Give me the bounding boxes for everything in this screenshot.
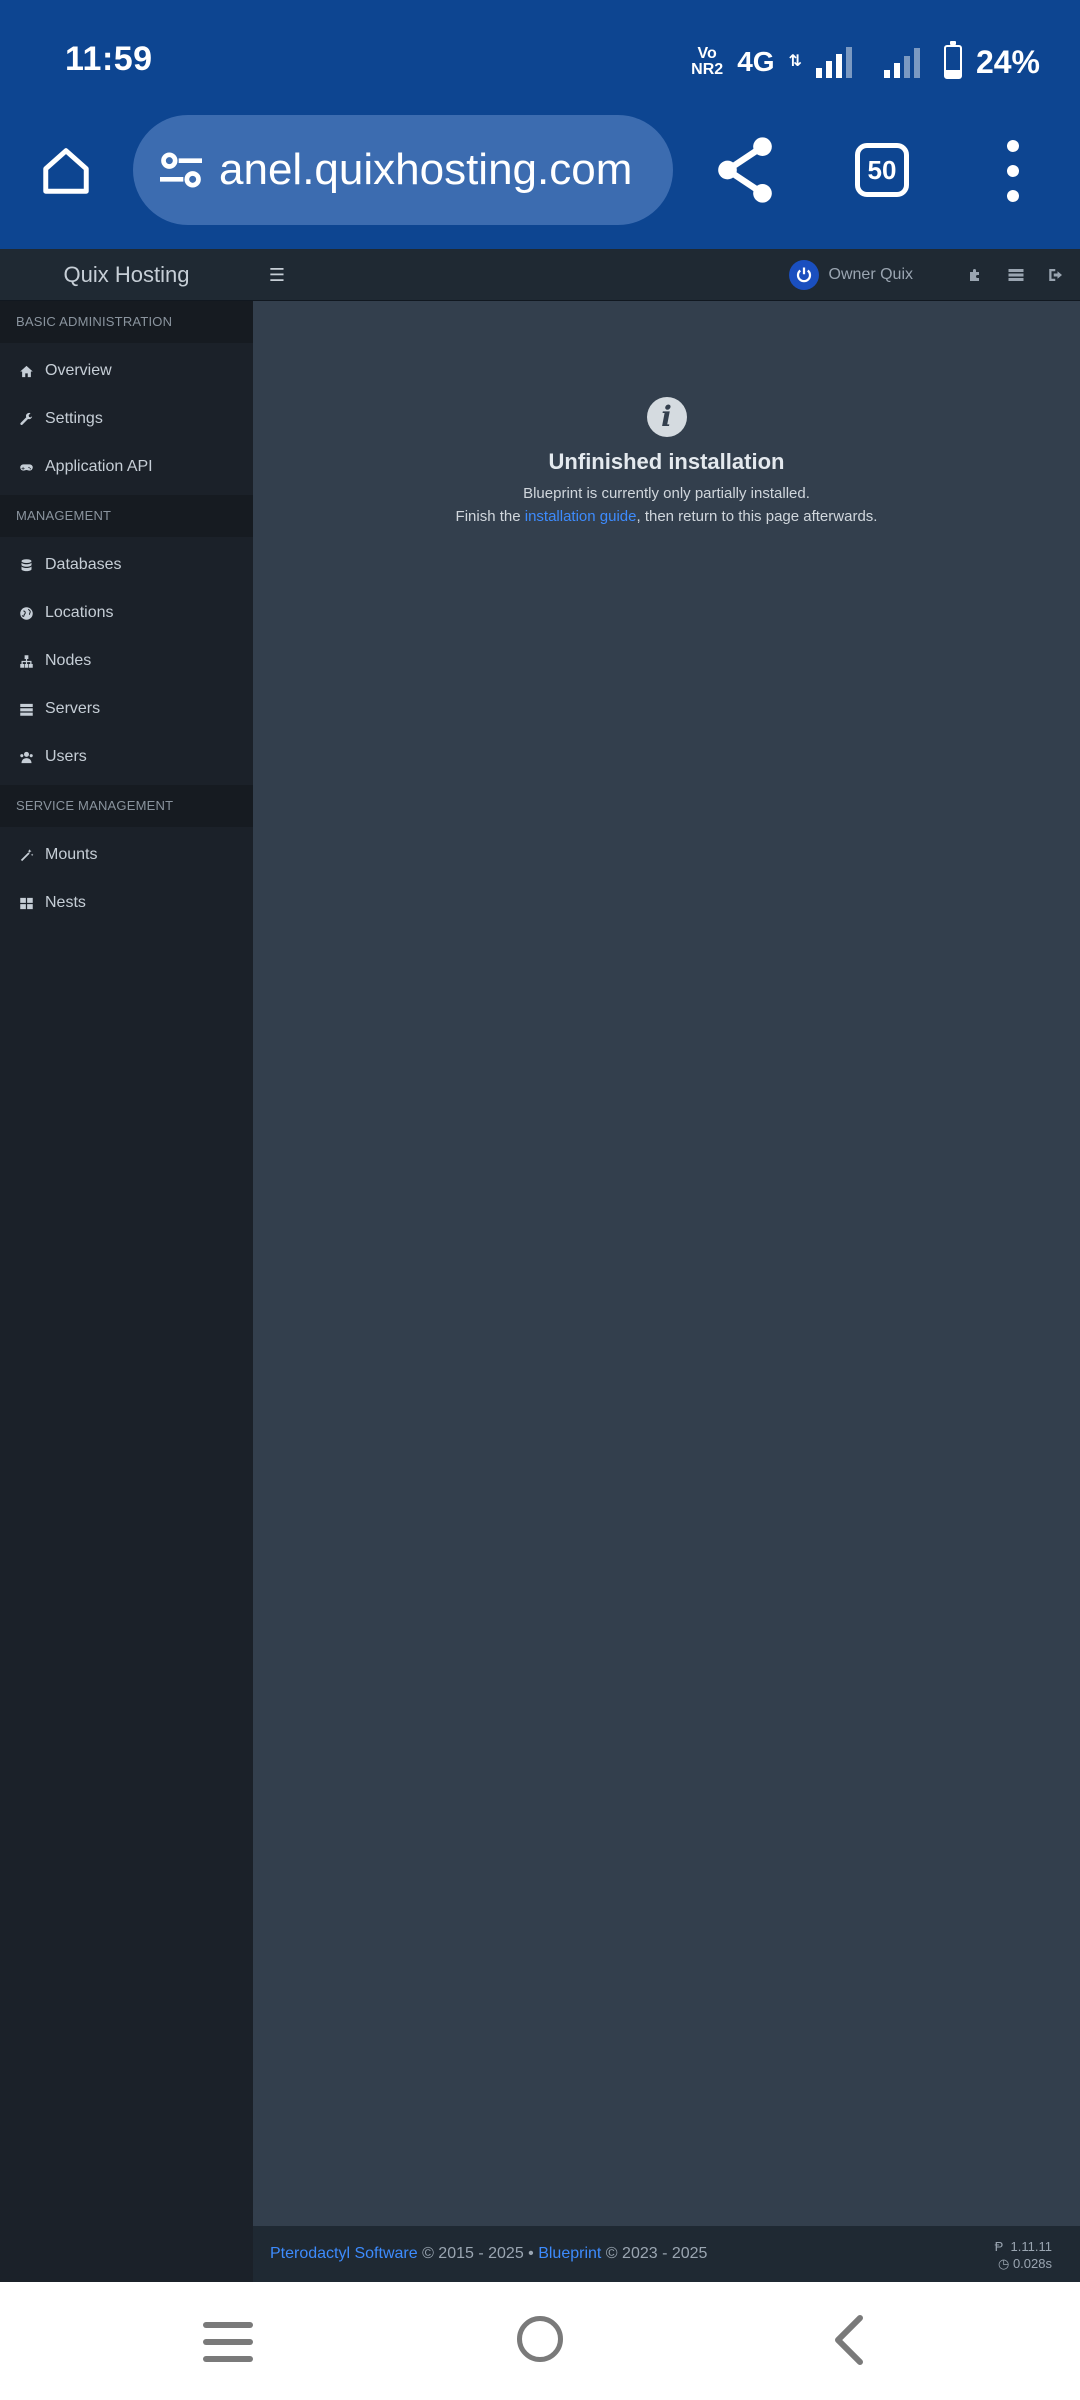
admin-topnav: Quix Hosting ☰ Owner Quix <box>0 249 1080 301</box>
site-settings-icon[interactable] <box>153 142 209 198</box>
notice-text: , then return to this page afterwards. <box>636 508 878 525</box>
sidebar-item-servers[interactable]: Servers <box>0 685 253 733</box>
sidebar-item-label: Mounts <box>45 846 98 863</box>
volte-indicator: Vo NR2 <box>691 45 724 78</box>
sidebar-item-settings[interactable]: Settings <box>0 395 253 443</box>
sidebar-section-header: BASIC ADMINISTRATION <box>0 301 253 343</box>
sidebar-item-locations[interactable]: Locations <box>0 589 253 637</box>
sidebar-item-label: Settings <box>45 410 103 427</box>
sidebar-section-header: MANAGEMENT <box>0 495 253 537</box>
sidebar-item-application-api[interactable]: Application API <box>0 443 253 491</box>
sidebar-item-label: Nests <box>45 894 86 911</box>
sidebar-item-label: Databases <box>45 556 122 573</box>
topnav-actions: Owner Quix <box>788 249 1065 301</box>
footer-copyright: Pterodactyl Software © 2015 - 2025 • Blu… <box>270 2226 707 2282</box>
code-fork-icon: Ᵽ <box>994 2239 1004 2254</box>
sidebar-item-label: Application API <box>45 458 153 475</box>
sidebar-item-nests[interactable]: Nests <box>0 879 253 927</box>
notice-text: Finish the <box>455 508 525 525</box>
back-button[interactable] <box>830 2314 870 2366</box>
sitemap-icon <box>20 654 33 668</box>
sidebar-item-label: Overview <box>45 362 112 379</box>
avatar[interactable] <box>788 260 819 290</box>
footer-meta: Ᵽ 1.11.11 ◷ 0.028s <box>995 2238 1052 2272</box>
signal-icon <box>815 46 852 78</box>
blueprint-link[interactable]: Blueprint <box>538 2245 601 2262</box>
sidebar-section-header: SERVICE MANAGEMENT <box>0 785 253 827</box>
server-icon[interactable] <box>1007 266 1025 284</box>
magic-icon <box>20 848 34 861</box>
sidebar-item-label: Servers <box>45 700 101 717</box>
sidebar-item-users[interactable]: Users <box>0 733 253 781</box>
info-icon: i <box>646 397 687 437</box>
browser-home-button[interactable] <box>30 135 102 207</box>
th-large-icon <box>20 897 33 909</box>
render-time: 0.028s <box>1012 2256 1052 2271</box>
battery-percent: 24% <box>975 43 1040 80</box>
admin-footer: Pterodactyl Software © 2015 - 2025 • Blu… <box>253 2226 1080 2282</box>
version-number: 1.11.11 <box>1010 2239 1052 2254</box>
share-icon[interactable] <box>710 132 780 208</box>
wrench-icon <box>20 412 33 425</box>
signal-icon-2 <box>883 46 920 78</box>
home-button[interactable] <box>517 2316 563 2362</box>
user-name[interactable]: Owner Quix <box>829 266 913 284</box>
server-icon <box>20 703 33 716</box>
data-activity-icon: ⇅ <box>788 53 802 70</box>
database-icon <box>21 558 32 571</box>
sign-out-icon[interactable] <box>1047 266 1065 284</box>
footer-text: © 2023 - 2025 <box>601 2245 708 2262</box>
browser-chrome: 11:59 Vo NR2 4G ⇅ 24% anel.quixhosting.c… <box>0 0 1080 249</box>
puzzle-icon[interactable] <box>967 266 985 284</box>
power-icon <box>796 267 811 283</box>
render-time-row: ◷ 0.028s <box>995 2255 1052 2272</box>
pterodactyl-link[interactable]: Pterodactyl Software <box>270 2245 418 2262</box>
sidebar-item-label: Locations <box>45 604 114 621</box>
sidebar-item-label: Nodes <box>45 652 92 669</box>
installation-guide-link[interactable]: installation guide <box>525 508 637 525</box>
url-text[interactable]: anel.quixhosting.com <box>219 145 632 195</box>
brand-logo[interactable]: Quix Hosting <box>0 249 253 301</box>
sidebar-item-label: Users <box>45 748 87 765</box>
status-time: 11:59 <box>65 40 153 78</box>
sidebar-item-mounts[interactable]: Mounts <box>0 831 253 879</box>
sidebar-item-overview[interactable]: Overview <box>0 347 253 395</box>
home-icon <box>20 365 33 377</box>
gamepad-icon <box>20 463 33 471</box>
footer-text: © 2015 - 2025 • <box>417 2245 539 2262</box>
notice-message: Blueprint is currently only partially in… <box>523 485 810 502</box>
browser-menu-icon[interactable] <box>998 140 1028 202</box>
notice-title: Unfinished installation <box>548 449 785 474</box>
users-icon <box>20 751 33 763</box>
sidebar-item-databases[interactable]: Databases <box>0 541 253 589</box>
main-content: i Unfinished installation Blueprint is c… <box>253 301 1080 2226</box>
clock-icon: ◷ <box>997 2256 1010 2271</box>
status-icons: Vo NR2 4G ⇅ 24% <box>691 40 1040 84</box>
tab-switcher-button[interactable]: 50 <box>855 143 909 197</box>
system-navigation-bar <box>0 2282 1080 2400</box>
notice-instructions: Finish the installation guide, then retu… <box>253 508 1080 525</box>
sidebar-toggle-icon[interactable]: ☰ <box>266 261 288 289</box>
battery-icon <box>943 41 962 79</box>
sidebar-item-nodes[interactable]: Nodes <box>0 637 253 685</box>
home-icon <box>43 148 89 194</box>
admin-sidebar: BASIC ADMINISTRATION Overview Settings A… <box>0 301 253 2282</box>
globe-icon <box>20 606 33 620</box>
installation-notice: i Unfinished installation Blueprint is c… <box>253 397 1080 525</box>
url-bar[interactable]: anel.quixhosting.com <box>133 115 673 225</box>
recents-button[interactable] <box>203 2322 253 2362</box>
version-row: Ᵽ 1.11.11 <box>995 2238 1052 2255</box>
network-type: 4G <box>737 46 775 77</box>
